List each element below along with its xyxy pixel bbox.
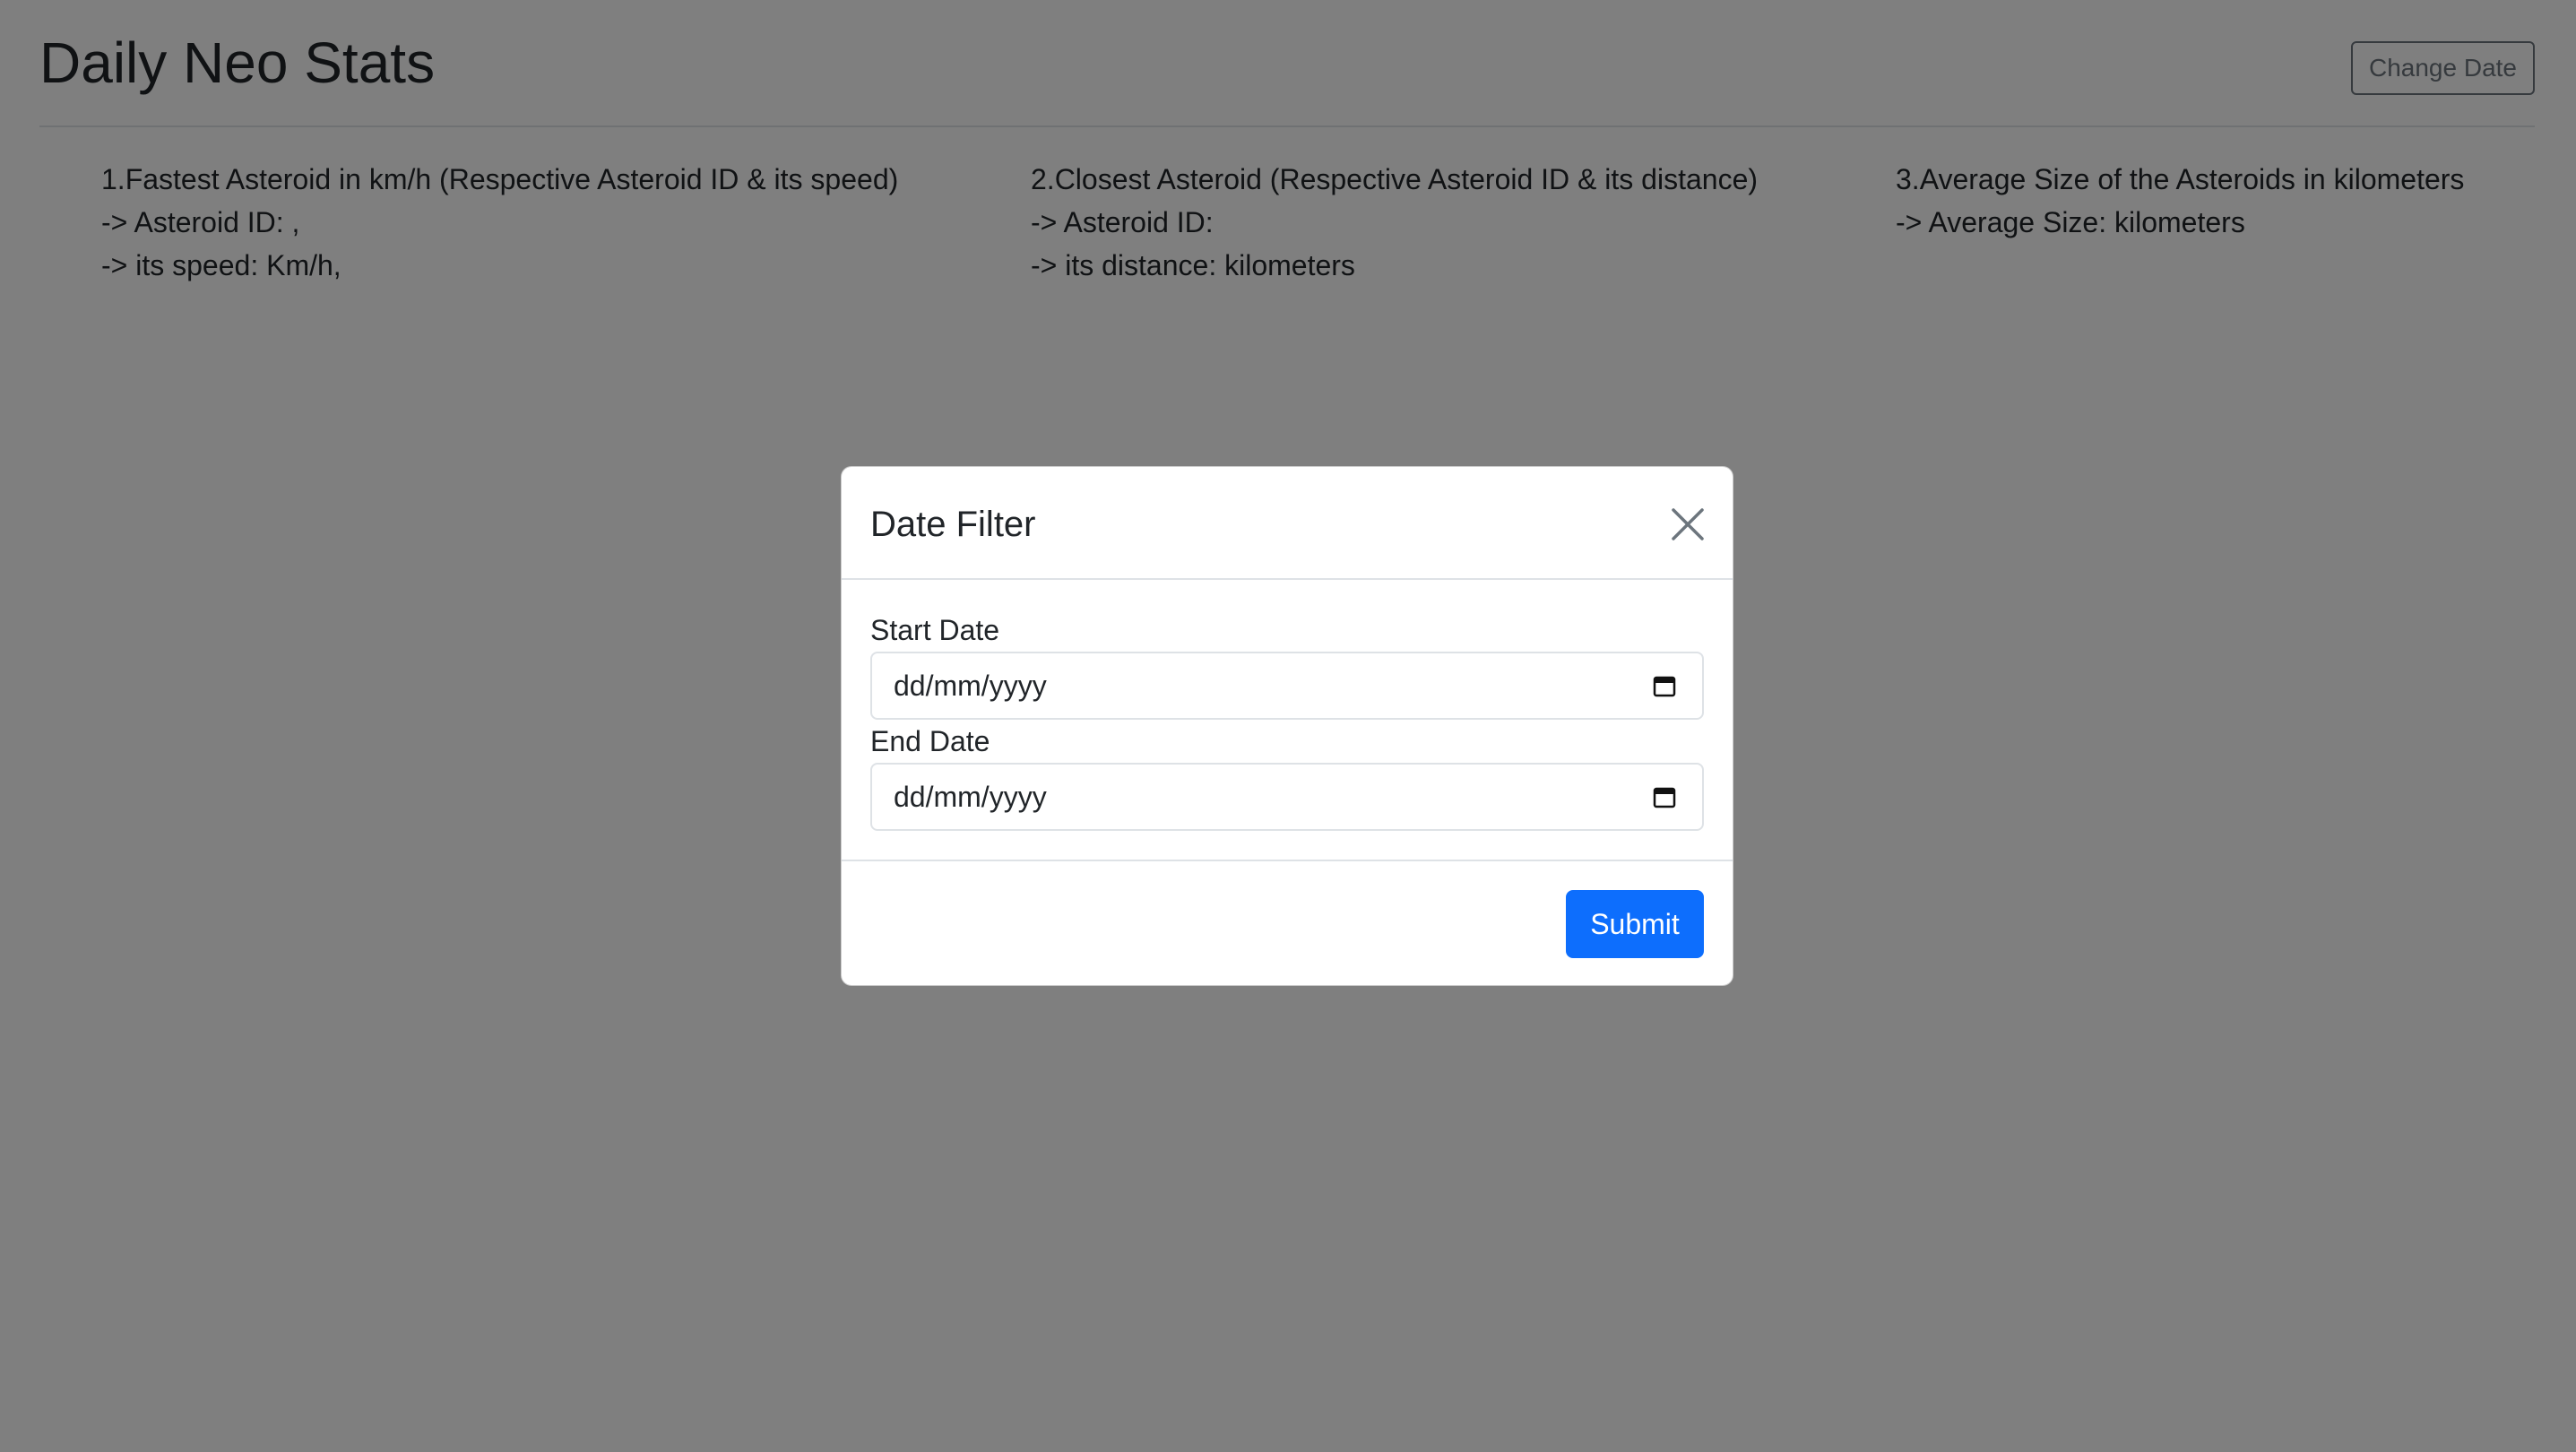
start-date-placeholder: dd/mm/yyyy [894,670,1047,702]
modal-title: Date Filter [870,505,1036,544]
start-date-label: Start Date [870,614,1000,646]
date-filter-modal: Date Filter Start Date dd/mm/yyyy End Da… [841,466,1733,986]
end-date-placeholder: dd/mm/yyyy [894,781,1047,813]
close-button[interactable] [1663,499,1713,549]
modal-header: Date Filter [842,467,1733,580]
modal-footer: Submit [842,860,1733,987]
end-date-input[interactable]: dd/mm/yyyy [870,763,1704,831]
calendar-icon[interactable] [1652,673,1677,698]
close-icon [1672,508,1704,540]
end-date-label: End Date [870,725,990,757]
start-date-input[interactable]: dd/mm/yyyy [870,652,1704,720]
submit-button[interactable]: Submit [1566,890,1704,958]
calendar-icon[interactable] [1652,784,1677,809]
